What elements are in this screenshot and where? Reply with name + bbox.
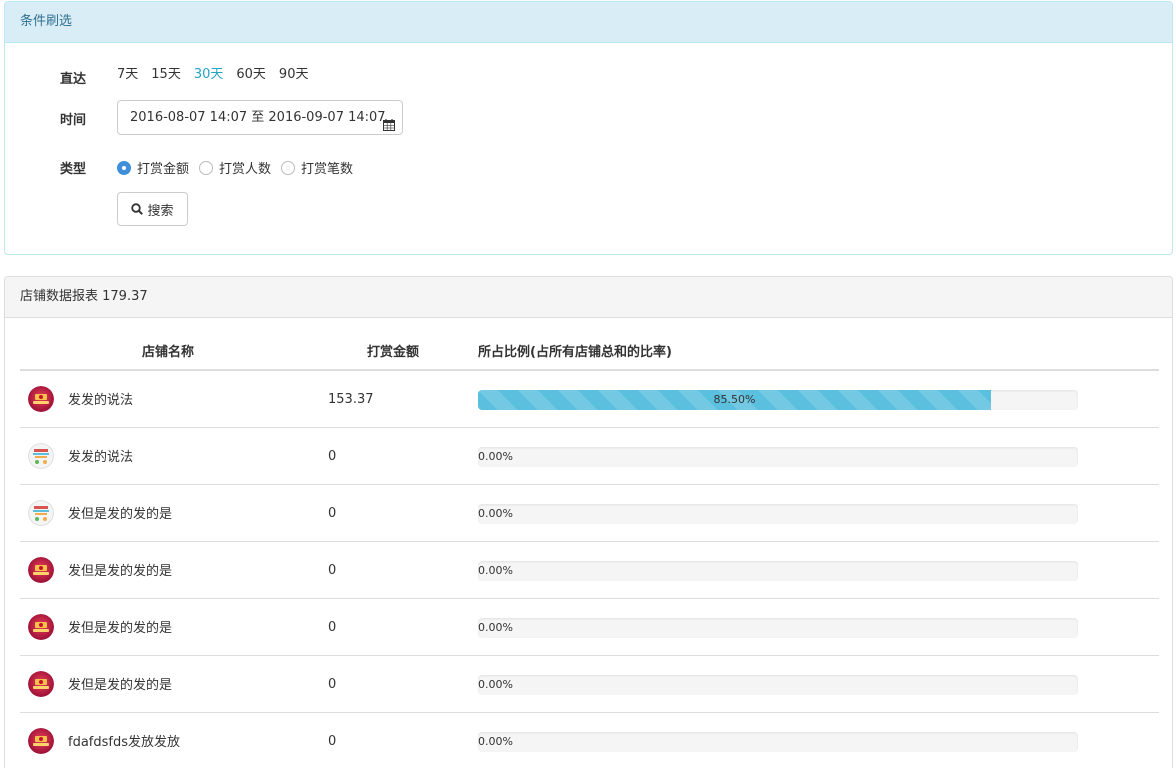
report-panel-title: 店铺数据报表 179.37 xyxy=(5,277,1172,318)
report-panel: 店铺数据报表 179.37 店铺名称 打赏金额 所占比例(占所有店铺总和的比率)… xyxy=(4,276,1173,768)
date-range-value: 2016-08-07 14:07 至 2016-09-07 14:07 xyxy=(130,110,386,125)
shop-name: 发发的说法 xyxy=(68,393,134,408)
type-radio-group: 打赏金额 打赏人数 打赏笔数 xyxy=(117,158,363,177)
shop-name: 发但是发的发的是 xyxy=(68,564,173,579)
percentage-progress: 0.00% xyxy=(478,732,1078,752)
shop-name: 发但是发的发的是 xyxy=(68,507,173,522)
reward-amount: 0 xyxy=(328,449,337,464)
reward-amount: 0 xyxy=(328,677,337,692)
reward-amount: 153.37 xyxy=(328,392,374,407)
radio-label: 打赏笔数 xyxy=(301,162,354,177)
radio-label: 打赏人数 xyxy=(219,162,272,177)
table-row: fdafdsfds发放发放 0 0.00% xyxy=(20,713,1159,768)
percentage-progress: 0.00% xyxy=(478,561,1078,581)
progress-label: 85.50% xyxy=(713,393,756,406)
progress-label: 0.00% xyxy=(478,621,513,634)
filter-panel-title: 条件刷选 xyxy=(5,2,1172,43)
reward-amount: 0 xyxy=(328,563,337,578)
report-table: 店铺名称 打赏金额 所占比例(占所有店铺总和的比率) 发发的说法 153.37 85… xyxy=(20,318,1159,768)
radio-reward-amount[interactable]: 打赏金额 xyxy=(117,158,189,177)
table-body: 发发的说法 153.37 85.50% 发发的说法 0 0.00% 发但是发的发的是 0 0.0… xyxy=(20,371,1159,768)
shop-avatar xyxy=(28,728,54,754)
search-button-label: 搜索 xyxy=(147,203,174,219)
reward-amount: 0 xyxy=(328,620,337,635)
percentage-progress: 0.00% xyxy=(478,675,1078,695)
percentage-progress: 0.00% xyxy=(478,618,1078,638)
progress-label: 0.00% xyxy=(478,735,513,748)
table-row: 发但是发的发的是 0 0.00% xyxy=(20,599,1159,656)
reward-amount: 0 xyxy=(328,506,337,521)
table-row: 发发的说法 153.37 85.50% xyxy=(20,371,1159,428)
reward-amount: 0 xyxy=(328,734,337,749)
quick-label: 直达 xyxy=(60,72,87,87)
quick-link-30[interactable]: 30天 xyxy=(194,66,224,84)
quick-link-7[interactable]: 7天 xyxy=(117,66,138,84)
percentage-progress: 0.00% xyxy=(478,447,1078,467)
shop-avatar xyxy=(28,386,54,412)
search-icon xyxy=(131,203,144,215)
percentage-progress: 0.00% xyxy=(478,504,1078,524)
col-percentage: 所占比例(占所有店铺总和的比率) xyxy=(478,345,672,360)
percentage-progress: 85.50% xyxy=(478,390,1078,410)
quick-link-60[interactable]: 60天 xyxy=(236,66,266,84)
table-row: 发发的说法 0 0.00% xyxy=(20,428,1159,485)
radio-reward-people[interactable]: 打赏人数 xyxy=(199,158,271,177)
radio-circle[interactable] xyxy=(199,160,214,175)
radio-reward-count[interactable]: 打赏笔数 xyxy=(281,158,353,177)
shop-name: 发但是发的发的是 xyxy=(68,621,173,636)
shop-avatar xyxy=(28,614,54,640)
table-row: 发但是发的发的是 0 0.00% xyxy=(20,542,1159,599)
progress-label: 0.00% xyxy=(478,564,513,577)
col-shop-name: 店铺名称 xyxy=(142,345,195,360)
quick-link-90[interactable]: 90天 xyxy=(279,66,309,84)
table-row: 发但是发的发的是 0 0.00% xyxy=(20,656,1159,713)
filter-panel: 条件刷选 直达 7天 15天 30天 60天 90天 时间 2016-08-07… xyxy=(4,1,1173,255)
progress-label: 0.00% xyxy=(478,450,513,463)
radio-circle[interactable] xyxy=(117,160,131,175)
shop-avatar xyxy=(28,671,54,697)
time-label: 时间 xyxy=(60,113,87,128)
progress-label: 0.00% xyxy=(478,678,513,691)
quick-links: 7天 15天 30天 60天 90天 xyxy=(117,66,321,84)
shop-name: 发但是发的发的是 xyxy=(68,678,173,693)
table-header: 店铺名称 打赏金额 所占比例(占所有店铺总和的比率) xyxy=(20,318,1159,371)
shop-avatar xyxy=(28,443,54,469)
quick-link-15[interactable]: 15天 xyxy=(151,66,181,84)
radio-label: 打赏金额 xyxy=(137,162,190,177)
radio-circle[interactable] xyxy=(281,160,296,175)
calendar-icon[interactable] xyxy=(383,111,395,131)
shop-name: fdafdsfds发放发放 xyxy=(68,735,180,750)
shop-name: 发发的说法 xyxy=(68,450,134,465)
shop-avatar xyxy=(28,557,54,583)
shop-avatar xyxy=(28,500,54,526)
type-label: 类型 xyxy=(60,162,87,177)
table-row: 发但是发的发的是 0 0.00% xyxy=(20,485,1159,542)
col-reward-amount: 打赏金额 xyxy=(367,345,420,360)
search-button[interactable]: 搜索 xyxy=(117,192,188,226)
date-range-input[interactable]: 2016-08-07 14:07 至 2016-09-07 14:07 xyxy=(117,100,403,135)
progress-label: 0.00% xyxy=(478,507,513,520)
